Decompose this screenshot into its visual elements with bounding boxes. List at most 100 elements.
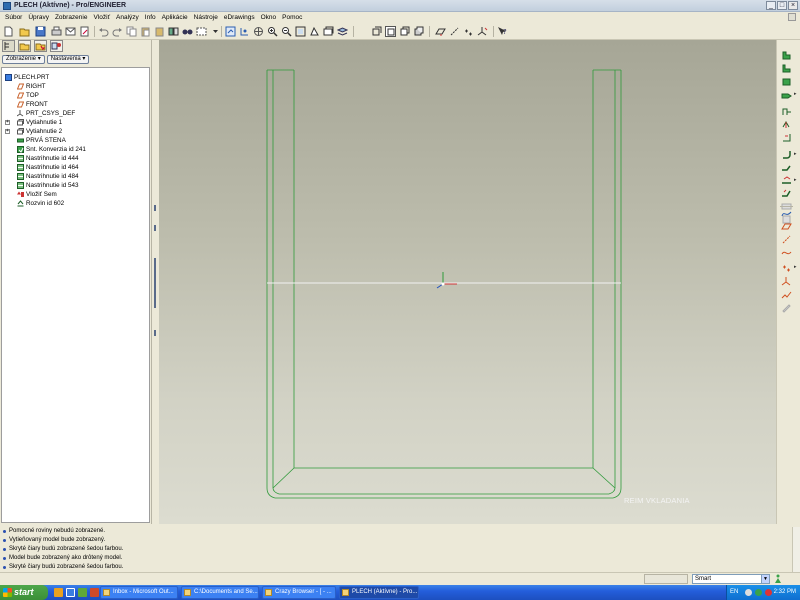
tree-item[interactable]: Vložiť Sem [2, 190, 149, 199]
tree-item[interactable]: PRVÁ STENA [2, 136, 149, 145]
tray-network-icon[interactable] [755, 589, 762, 596]
bend-back-icon[interactable] [781, 188, 792, 199]
page-setup-icon[interactable] [79, 26, 90, 37]
new-file-icon[interactable] [3, 26, 14, 37]
saved-views-icon[interactable] [323, 26, 334, 37]
menu-info[interactable]: Info [142, 12, 159, 23]
settings-dropdown[interactable]: Nastavenia ▾ [46, 55, 90, 64]
quicklaunch-browser-icon[interactable] [54, 588, 63, 597]
tree-item[interactable]: PRT_CSYS_DEF [2, 109, 149, 118]
minimize-button[interactable]: _ [766, 1, 776, 10]
rip-icon[interactable] [781, 119, 792, 130]
more-arrow-icon[interactable]: ▸ [794, 264, 797, 270]
sketch-curve-icon[interactable] [781, 247, 792, 258]
tree-item[interactable]: PLECH.PRT [2, 73, 149, 82]
redo-icon[interactable] [112, 26, 123, 37]
orient-mode-icon[interactable] [253, 26, 264, 37]
refit-icon[interactable] [295, 26, 306, 37]
print-icon[interactable] [51, 26, 62, 37]
tree-item[interactable]: Snt. Konverzia id 241 [2, 145, 149, 154]
reorient-icon[interactable] [309, 26, 320, 37]
bend-icon[interactable] [781, 149, 792, 160]
show-dropdown[interactable]: Zobrazenie ▾ [2, 55, 45, 64]
open-folder-icon[interactable] [19, 26, 30, 37]
selection-filter-select[interactable]: Smart ▼ [692, 574, 770, 584]
menu-nastroje[interactable]: Nástroje [191, 12, 221, 23]
quicklaunch-media-icon[interactable] [90, 588, 99, 597]
taskbar-button[interactable]: Crazy Browser - [ - ... [262, 586, 336, 599]
maximize-button[interactable]: □ [777, 1, 787, 10]
datum-curve-icon[interactable] [781, 208, 792, 219]
tray-antivirus-icon[interactable] [765, 589, 772, 596]
datum-planes-icon[interactable] [435, 26, 446, 37]
quicklaunch-app-icon[interactable] [78, 588, 87, 597]
tree-item[interactable]: FRONT [2, 100, 149, 109]
tree-item[interactable]: Rozvin id 602 [2, 199, 149, 208]
datum-axis-tool-icon[interactable] [781, 234, 792, 245]
quicklaunch-desktop-icon[interactable] [66, 588, 75, 597]
hidden-line-icon[interactable] [385, 26, 396, 37]
start-button[interactable]: start [0, 585, 48, 600]
folder-browser-tab[interactable] [18, 40, 31, 52]
flat-wall-icon[interactable] [781, 50, 792, 61]
coordinate-systems-icon[interactable] [477, 26, 488, 37]
tree-expander[interactable]: + [5, 129, 10, 134]
menu-upravy[interactable]: Úpravy [25, 12, 52, 23]
menu-zobrazenie[interactable]: Zobrazenie [52, 12, 91, 23]
tree-item[interactable]: RIGHT [2, 82, 149, 91]
tree-item[interactable]: TOP [2, 91, 149, 100]
regenerate-icon[interactable] [168, 26, 179, 37]
menu-subor[interactable]: Súbor [2, 12, 25, 23]
datum-points-icon[interactable] [463, 26, 474, 37]
repaint-icon[interactable] [225, 26, 236, 37]
message-scrollbar[interactable] [792, 527, 800, 572]
menu-aplikacie[interactable]: Aplikácie [159, 12, 191, 23]
connections-tab[interactable] [50, 40, 63, 52]
zoom-in-icon[interactable] [267, 26, 278, 37]
paste-special-icon[interactable] [154, 26, 165, 37]
graphics-window[interactable]: REIM VKLADANIA [159, 40, 776, 524]
menu-pomoc[interactable]: Pomoc [279, 12, 305, 23]
find-icon[interactable] [182, 26, 193, 37]
shading-icon[interactable] [413, 26, 424, 37]
flange-wall-icon[interactable] [781, 63, 792, 74]
datum-point-tool-icon[interactable] [781, 262, 792, 273]
panel-splitter[interactable] [152, 40, 159, 524]
tree-expander[interactable]: + [5, 120, 10, 125]
tray-app-icon[interactable] [745, 589, 752, 596]
paste-icon[interactable] [140, 26, 151, 37]
tree-item[interactable]: Nastrihnutie id 484 [2, 172, 149, 181]
no-hidden-icon[interactable] [399, 26, 410, 37]
splitter-grip[interactable] [154, 258, 156, 308]
tree-item[interactable]: Nastrihnutie id 543 [2, 181, 149, 190]
whats-this-icon[interactable]: ? [497, 26, 508, 37]
taskbar-button[interactable]: PLECH (Aktívne) - Pro... [339, 586, 419, 599]
layers-icon[interactable] [337, 26, 348, 37]
tree-item[interactable]: + Vytiahnutie 1 [2, 118, 149, 127]
extend-wall-icon[interactable] [781, 89, 792, 100]
copy-icon[interactable] [126, 26, 137, 37]
language-indicator[interactable]: EN [730, 585, 738, 600]
wireframe-icon[interactable] [371, 26, 382, 37]
menu-analyzy[interactable]: Analýzy [113, 12, 142, 23]
taskbar-button[interactable]: Inbox - Microsoft Out... [100, 586, 178, 599]
analysis-feature-icon[interactable] [781, 289, 792, 300]
datum-axes-icon[interactable] [449, 26, 460, 37]
unattached-wall-icon[interactable] [781, 76, 792, 87]
unbend-icon[interactable] [781, 175, 792, 186]
context-help-icon[interactable] [788, 13, 796, 21]
edge-bend-icon[interactable] [781, 162, 792, 173]
chevron-down-icon[interactable]: ▼ [761, 575, 769, 583]
menu-vlozit[interactable]: Vložiť [90, 12, 113, 23]
favorites-tab[interactable] [34, 40, 47, 52]
taskbar-button[interactable]: C:\Documents and Se... [181, 586, 259, 599]
menu-edrawings[interactable]: eDrawings [221, 12, 258, 23]
datum-plane-tool-icon[interactable] [781, 221, 792, 232]
menu-okno[interactable]: Okno [258, 12, 280, 23]
send-mail-icon[interactable] [65, 26, 76, 37]
tree-item[interactable]: Nastrihnutie id 444 [2, 154, 149, 163]
zoom-out-icon[interactable] [281, 26, 292, 37]
tree-item[interactable]: Nastrihnutie id 464 [2, 163, 149, 172]
corner-relief-icon[interactable] [781, 132, 792, 143]
more-arrow-icon[interactable]: ▸ [794, 177, 797, 183]
